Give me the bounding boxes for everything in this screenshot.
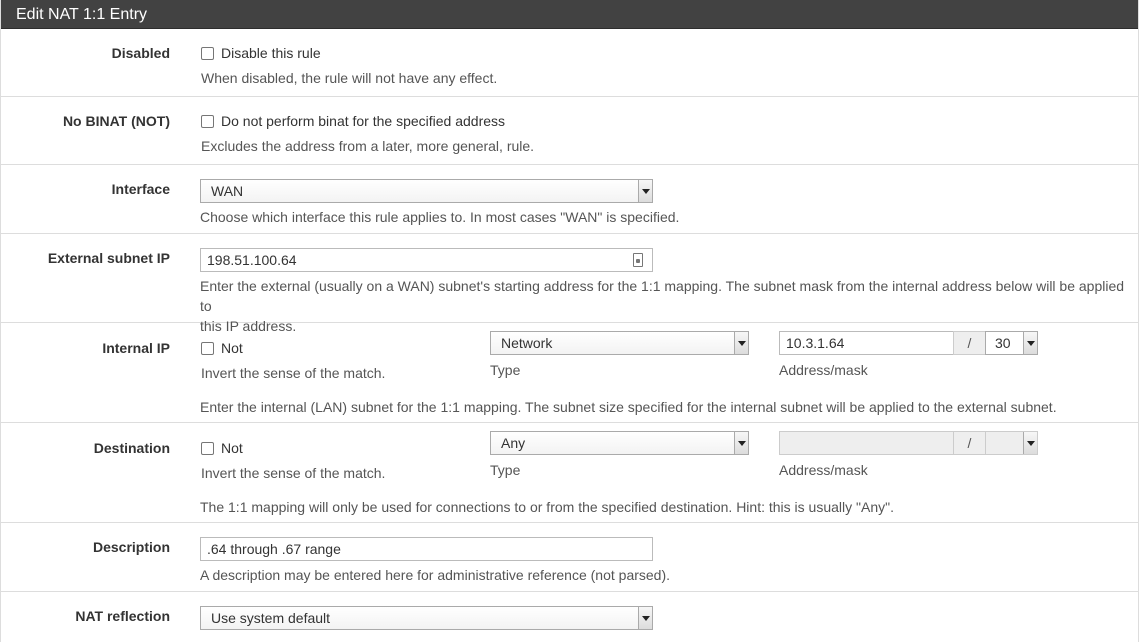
disabled-help: When disabled, the rule will not have an… bbox=[201, 70, 498, 86]
disabled-checkbox-label[interactable]: Disable this rule bbox=[221, 45, 321, 61]
row-description: Description .64 through .67 range A desc… bbox=[1, 523, 1138, 592]
internal-help: Enter the internal (LAN) subnet for the … bbox=[200, 399, 1057, 415]
chevron-down-icon bbox=[1023, 432, 1037, 454]
destination-not-label[interactable]: Not bbox=[221, 440, 243, 456]
external-ip-input[interactable]: 198.51.100.64 bbox=[200, 248, 653, 272]
nobinat-label: No BINAT (NOT) bbox=[62, 113, 170, 129]
external-help-line1: Enter the external (usually on a WAN) su… bbox=[200, 278, 1125, 314]
destination-slash-addon: / bbox=[953, 431, 986, 455]
internal-address-label: Address/mask bbox=[779, 362, 868, 378]
destination-mask-select[interactable] bbox=[985, 431, 1038, 455]
row-external-subnet: External subnet IP 198.51.100.64 Enter t… bbox=[1, 234, 1138, 334]
reflection-label: NAT reflection bbox=[75, 608, 170, 624]
internal-address-input[interactable]: 10.3.1.64 bbox=[779, 331, 954, 355]
reflection-select[interactable]: Use system default bbox=[200, 606, 653, 630]
nobinat-checkbox[interactable] bbox=[201, 114, 214, 128]
interface-select-value: WAN bbox=[211, 183, 244, 199]
row-disabled: Disabled Disable this rule When disabled… bbox=[1, 29, 1138, 97]
destination-not-checkbox[interactable] bbox=[201, 441, 214, 455]
disabled-checkbox-group[interactable]: Disable this rule bbox=[201, 45, 321, 61]
nat-edit-panel: Edit NAT 1:1 Entry Disabled Disable this… bbox=[0, 0, 1139, 642]
description-value: .64 through .67 range bbox=[207, 541, 341, 557]
contact-card-icon bbox=[633, 253, 643, 267]
row-internal-ip: Internal IP Not Invert the sense of the … bbox=[1, 323, 1138, 423]
destination-address-input[interactable] bbox=[779, 431, 954, 455]
interface-help: Choose which interface this rule applies… bbox=[200, 209, 680, 225]
external-label: External subnet IP bbox=[47, 250, 170, 266]
disabled-checkbox[interactable] bbox=[201, 46, 214, 60]
chevron-down-icon bbox=[734, 432, 748, 454]
chevron-down-icon bbox=[734, 332, 748, 354]
internal-mask-value: 30 bbox=[995, 335, 1011, 351]
interface-select[interactable]: WAN bbox=[200, 179, 653, 203]
internal-not-checkbox[interactable] bbox=[201, 341, 214, 355]
internal-type-select[interactable]: Network bbox=[490, 331, 749, 355]
description-help: A description may be entered here for ad… bbox=[200, 567, 671, 583]
internal-not-group[interactable]: Not bbox=[201, 340, 243, 356]
destination-not-help: Invert the sense of the match. bbox=[201, 465, 386, 481]
nobinat-checkbox-group[interactable]: Do not perform binat for the specified a… bbox=[201, 113, 505, 129]
nobinat-checkbox-label[interactable]: Do not perform binat for the specified a… bbox=[221, 113, 505, 129]
reflection-select-value: Use system default bbox=[211, 610, 331, 626]
interface-label: Interface bbox=[111, 181, 170, 197]
internal-mask-select[interactable]: 30 bbox=[985, 331, 1038, 355]
row-interface: Interface WAN Choose which interface thi… bbox=[1, 165, 1138, 234]
external-ip-value: 198.51.100.64 bbox=[207, 252, 297, 268]
internal-label: Internal IP bbox=[102, 340, 170, 356]
internal-type-value: Network bbox=[501, 335, 553, 351]
chevron-down-icon bbox=[638, 607, 652, 629]
destination-help: The 1:1 mapping will only be used for co… bbox=[200, 499, 894, 515]
internal-not-help: Invert the sense of the match. bbox=[201, 365, 386, 381]
destination-label: Destination bbox=[93, 440, 170, 456]
destination-not-group[interactable]: Not bbox=[201, 440, 243, 456]
internal-slash-addon: / bbox=[953, 331, 986, 355]
internal-not-label[interactable]: Not bbox=[221, 340, 243, 356]
nobinat-help: Excludes the address from a later, more … bbox=[201, 138, 535, 154]
description-input[interactable]: .64 through .67 range bbox=[200, 537, 653, 561]
destination-type-select[interactable]: Any bbox=[490, 431, 749, 455]
destination-type-label: Type bbox=[490, 462, 521, 478]
destination-address-label: Address/mask bbox=[779, 462, 868, 478]
internal-type-label: Type bbox=[490, 362, 521, 378]
row-nat-reflection: NAT reflection Use system default bbox=[1, 592, 1138, 642]
destination-type-value: Any bbox=[501, 435, 526, 451]
chevron-down-icon bbox=[1023, 332, 1037, 354]
row-destination: Destination Not Invert the sense of the … bbox=[1, 423, 1138, 523]
description-label: Description bbox=[92, 539, 170, 555]
internal-address-value: 10.3.1.64 bbox=[786, 335, 845, 351]
panel-title: Edit NAT 1:1 Entry bbox=[1, 0, 1138, 29]
row-nobinat: No BINAT (NOT) Do not perform binat for … bbox=[1, 97, 1138, 165]
chevron-down-icon bbox=[638, 180, 652, 202]
disabled-label: Disabled bbox=[111, 45, 170, 61]
